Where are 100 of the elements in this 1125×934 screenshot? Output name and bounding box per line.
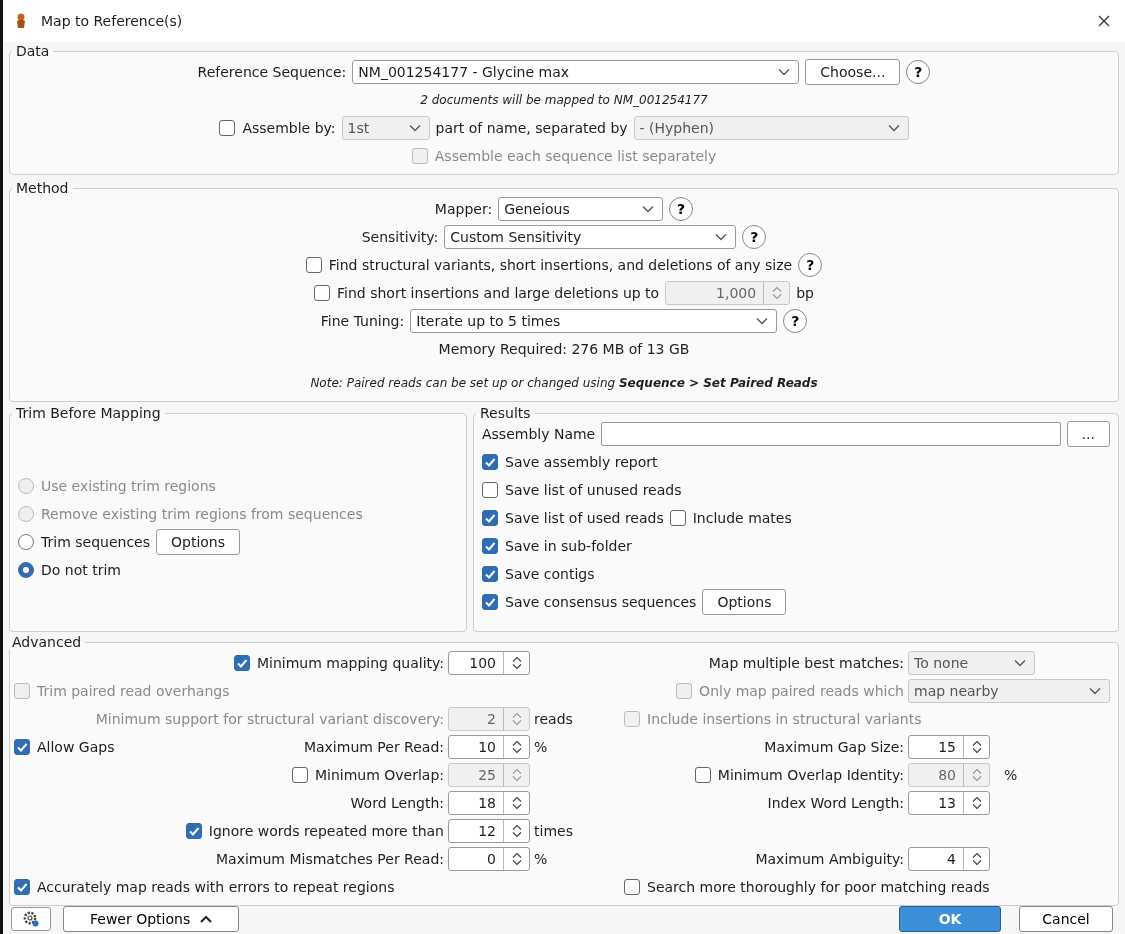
checkmark-icon bbox=[484, 596, 496, 608]
field-label: Index Word Length: bbox=[767, 793, 904, 813]
help-button[interactable]: ? bbox=[742, 225, 767, 249]
number-spinner[interactable]: 10 bbox=[448, 735, 530, 759]
unit-label: % bbox=[534, 849, 548, 869]
help-button[interactable]: ? bbox=[798, 253, 823, 277]
checkbox[interactable]: Minimum Overlap: bbox=[291, 764, 444, 786]
checkmark-icon bbox=[16, 881, 28, 893]
input-field[interactable] bbox=[601, 422, 1061, 446]
checkbox[interactable]: Save contigs bbox=[482, 563, 595, 585]
field-label: Maximum Per Read: bbox=[303, 737, 444, 757]
checkbox[interactable]: Ignore words repeated more than bbox=[185, 820, 444, 842]
checkmark-icon bbox=[187, 825, 200, 837]
dropdown[interactable]: NM_001254177 - Glycine max bbox=[352, 60, 800, 84]
up-down-arrows-icon bbox=[970, 768, 983, 782]
up-down-arrows-icon bbox=[970, 796, 983, 810]
checkbox[interactable]: Assemble by: bbox=[219, 117, 336, 139]
checkbox[interactable]: Search more thoroughly for poor matching reads bbox=[624, 876, 990, 898]
number-spinner[interactable]: 15 bbox=[908, 735, 990, 759]
chevron-down-icon bbox=[1089, 687, 1101, 695]
up-down-arrows-icon bbox=[770, 286, 783, 300]
radio-button[interactable]: Trim sequences bbox=[18, 531, 150, 553]
checkbox[interactable]: Find short insertions and large deletions up to bbox=[314, 282, 660, 304]
field-label: Reference Sequence: bbox=[197, 62, 347, 82]
up-down-arrows-icon bbox=[510, 824, 523, 838]
unit-label: bp bbox=[796, 283, 814, 303]
chevron-down-icon bbox=[408, 124, 421, 132]
checkmark-icon bbox=[236, 657, 248, 669]
help-button[interactable]: ? bbox=[783, 309, 808, 333]
info-text: Memory Required: 276 MB of 13 GB bbox=[438, 339, 690, 359]
number-spinner[interactable]: 18 bbox=[448, 791, 530, 815]
window-title: Map to Reference(s) bbox=[41, 11, 184, 31]
options-button[interactable]: Options bbox=[702, 589, 787, 615]
checkmark-icon bbox=[484, 456, 496, 468]
chevron-down-icon bbox=[642, 205, 655, 213]
checkmark-icon bbox=[484, 540, 496, 552]
chevron-down-icon bbox=[756, 317, 769, 325]
checkbox[interactable]: Find structural variants, short insertions, and deletions of any size bbox=[305, 254, 793, 276]
note-text: Note: Paired reads can be set up or changed using Sequence > Set Paired Reads bbox=[310, 375, 818, 392]
field-label: Maximum Mismatches Per Read: bbox=[216, 849, 444, 869]
dropdown[interactable]: Custom Sensitivity bbox=[444, 225, 737, 249]
checkmark-icon bbox=[484, 568, 496, 580]
up-down-arrows-icon bbox=[510, 740, 523, 754]
checkbox[interactable]: Save in sub-folder bbox=[482, 535, 632, 557]
app-icon bbox=[15, 13, 27, 29]
field-label: Mapper: bbox=[434, 199, 493, 219]
checkmark-icon bbox=[484, 512, 496, 524]
checkmark-icon bbox=[16, 741, 28, 753]
field-label: Fine Tuning: bbox=[320, 311, 405, 331]
cancel-button[interactable]: Cancel bbox=[1019, 906, 1113, 932]
checkbox[interactable]: Save list of used reads bbox=[482, 507, 664, 529]
up-down-arrows-icon bbox=[510, 852, 523, 866]
group-title: Data bbox=[15, 44, 51, 58]
up-down-arrows-icon bbox=[510, 712, 523, 726]
unit-label: reads bbox=[534, 709, 573, 729]
field-label: Minimum support for structural variant discovery: bbox=[95, 709, 444, 729]
checkbox[interactable]: Include mates bbox=[669, 507, 792, 529]
group-title: Results bbox=[479, 406, 532, 420]
checkbox[interactable]: Minimum mapping quality: bbox=[234, 652, 444, 674]
number-spinner[interactable]: 0 bbox=[448, 847, 530, 871]
up-down-arrows-icon bbox=[510, 796, 523, 810]
options-button[interactable]: Options bbox=[156, 529, 241, 555]
number-spinner[interactable]: 12 bbox=[448, 819, 530, 843]
browse-button[interactable]: ... bbox=[1066, 421, 1110, 447]
checkbox[interactable]: Save assembly report bbox=[482, 451, 658, 473]
choose-button[interactable]: Choose... bbox=[805, 59, 901, 85]
gear-icon bbox=[22, 910, 40, 928]
field-label: Sensitivity: bbox=[361, 227, 439, 247]
fewer-options-button[interactable]: Fewer Options bbox=[63, 906, 240, 932]
unit-label: times bbox=[534, 821, 573, 841]
number-spinner[interactable]: 4 bbox=[908, 847, 990, 871]
field-label: Map multiple best matches: bbox=[708, 653, 904, 673]
unit-label: % bbox=[1004, 765, 1018, 785]
group-title: Trim Before Mapping bbox=[15, 406, 162, 420]
radio-button[interactable]: Do not trim bbox=[18, 559, 121, 581]
number-spinner[interactable]: 100 bbox=[448, 651, 530, 675]
settings-button[interactable] bbox=[11, 907, 51, 931]
checkbox[interactable]: Allow Gaps bbox=[14, 736, 115, 758]
group-title: Method bbox=[15, 181, 70, 195]
up-down-arrows-icon bbox=[510, 656, 523, 670]
dropdown[interactable]: Iterate up to 5 times bbox=[410, 309, 778, 333]
checkbox[interactable]: Accurately map reads with errors to repeat regions bbox=[14, 876, 395, 898]
chevron-down-icon bbox=[887, 124, 900, 132]
up-down-arrows-icon bbox=[510, 768, 523, 782]
dropdown[interactable]: Geneious bbox=[498, 197, 664, 221]
field-label: part of name, separated by bbox=[435, 118, 628, 138]
checkbox[interactable]: Save consensus sequences bbox=[482, 591, 697, 613]
note-text: 2 documents will be mapped to NM_001254177 bbox=[420, 92, 708, 109]
group-title: Advanced bbox=[11, 635, 83, 649]
up-down-arrows-icon bbox=[970, 740, 983, 754]
unit-label: % bbox=[534, 737, 548, 757]
chevron-down-icon bbox=[778, 68, 791, 76]
field-label: Assembly Name bbox=[482, 424, 596, 444]
checkbox[interactable]: Save list of unused reads bbox=[482, 479, 682, 501]
help-button[interactable]: ? bbox=[906, 60, 931, 84]
field-label: Maximum Gap Size: bbox=[764, 737, 904, 757]
help-button[interactable]: ? bbox=[669, 197, 694, 221]
number-spinner[interactable]: 13 bbox=[908, 791, 990, 815]
checkbox[interactable]: Minimum Overlap Identity: bbox=[694, 764, 904, 786]
close-icon[interactable] bbox=[1097, 14, 1111, 28]
